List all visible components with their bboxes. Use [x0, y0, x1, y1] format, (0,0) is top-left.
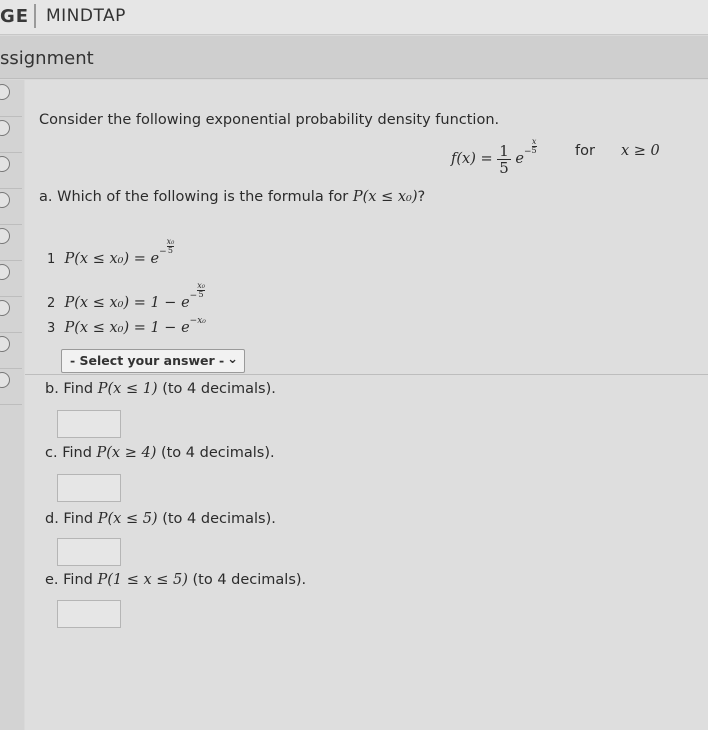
domain-condition: x ≥ 0 [621, 143, 660, 159]
option-3[interactable]: 3 P(x ≤ x₀) = 1 − e−x₀ [47, 316, 206, 336]
option-1[interactable]: 1 P(x ≤ x₀) = e− x₀ 5 [47, 238, 175, 267]
part-e-suffix: (to 4 decimals). [192, 572, 307, 588]
exp-sign: − [523, 147, 532, 157]
part-d-prefix: d. Find [45, 511, 94, 527]
exp-sign: − [189, 291, 198, 301]
select-placeholder: - Select your answer - [70, 353, 225, 368]
status-circle-icon [0, 192, 10, 208]
for-label: for [575, 143, 595, 159]
exp-denominator: 5 [167, 246, 174, 255]
question-panel: Consider the following exponential proba… [25, 80, 708, 730]
part-d-answer-input[interactable] [57, 538, 121, 566]
top-bar: GE MINDTAP [0, 0, 708, 35]
part-b-question: b. Find P(x ≤ 1) (to 4 decimals). [45, 381, 276, 397]
pdf-lhs: f(x) = [451, 151, 498, 167]
sidebar-item[interactable] [0, 332, 22, 369]
status-circle-icon [0, 372, 10, 388]
part-a-suffix: ? [417, 189, 426, 205]
question-intro: Consider the following exponential proba… [39, 112, 500, 128]
fraction-numerator: 1 [497, 141, 511, 160]
part-e-question: e. Find P(1 ≤ x ≤ 5) (to 4 decimals). [45, 572, 306, 588]
exp-term: −x₀ [189, 316, 206, 326]
option-number: 1 [47, 252, 56, 267]
sidebar-item[interactable] [0, 224, 22, 261]
part-d-suffix: (to 4 decimals). [162, 511, 276, 527]
part-b-prefix: b. Find [45, 381, 94, 397]
exp-fraction: x₀ 5 [197, 282, 205, 299]
part-a-math: P(x ≤ x₀) [352, 189, 418, 205]
pdf-fraction: 1 5 [497, 143, 511, 176]
brand-partial: GE [0, 6, 30, 27]
exp-fraction: x₀ 5 [166, 238, 175, 255]
part-c-answer-input[interactable] [57, 474, 121, 502]
part-d-question: d. Find P(x ≤ 5) (to 4 decimals). [45, 511, 276, 527]
option-2-formula: P(x ≤ x₀) = 1 − e [64, 295, 190, 311]
part-c-prefix: c. Find [45, 445, 92, 461]
answer-select[interactable]: - Select your answer - ⌄ [61, 349, 245, 373]
sidebar-item[interactable] [0, 296, 22, 333]
part-b-suffix: (to 4 decimals). [162, 381, 276, 397]
chevron-down-icon: ⌄ [227, 352, 238, 367]
sidebar-item[interactable] [0, 152, 22, 189]
fraction-denominator: 5 [499, 158, 509, 177]
exp-denominator: 5 [198, 290, 204, 299]
status-circle-icon [0, 336, 10, 352]
part-e-answer-input[interactable] [57, 600, 121, 628]
question-sidebar [0, 80, 24, 730]
status-circle-icon [0, 156, 10, 172]
part-e-prefix: e. Find [45, 572, 93, 588]
exp-fraction: x5 [531, 138, 537, 155]
pdf-formula: f(x) = 1 5 e− x 5 [451, 138, 537, 176]
sidebar-item[interactable] [0, 80, 22, 117]
sidebar-item[interactable] [0, 260, 22, 297]
exp-sign: − [159, 247, 167, 257]
status-circle-icon [0, 264, 10, 280]
status-circle-icon [0, 84, 10, 100]
part-c-math: P(x ≥ 4) [96, 445, 157, 461]
sidebar-item[interactable] [0, 188, 22, 225]
assignment-bar: ssignment [0, 36, 708, 79]
part-a-question: a. Which of the following is the formula… [39, 189, 425, 205]
status-circle-icon [0, 300, 10, 316]
part-b-answer-input[interactable] [57, 410, 121, 438]
status-circle-icon [0, 120, 10, 136]
part-e-math: P(1 ≤ x ≤ 5) [97, 572, 188, 588]
part-a-prefix: a. Which of the following is the formula… [39, 189, 349, 205]
option-number: 2 [47, 296, 56, 311]
part-c-suffix: (to 4 decimals). [160, 445, 275, 461]
exp-base: e [515, 151, 524, 167]
status-circle-icon [0, 228, 10, 244]
option-1-formula: P(x ≤ x₀) = e [64, 251, 160, 267]
part-d-math: P(x ≤ 5) [97, 511, 158, 527]
sidebar-item[interactable] [0, 368, 22, 405]
sidebar-item[interactable] [0, 116, 22, 153]
part-b-math: P(x ≤ 1) [97, 381, 158, 397]
exp-denominator: 5 [531, 146, 537, 155]
option-number: 3 [47, 321, 56, 336]
brand-divider [34, 4, 36, 28]
part-c-question: c. Find P(x ≥ 4) (to 4 decimals). [45, 445, 275, 461]
option-3-formula: P(x ≤ x₀) = 1 − e [64, 320, 190, 336]
assignment-title: ssignment [0, 48, 94, 69]
divider [25, 374, 708, 375]
option-2[interactable]: 2 P(x ≤ x₀) = 1 − e− x₀ 5 [47, 282, 205, 311]
brand-mindtap[interactable]: MINDTAP [46, 6, 126, 26]
